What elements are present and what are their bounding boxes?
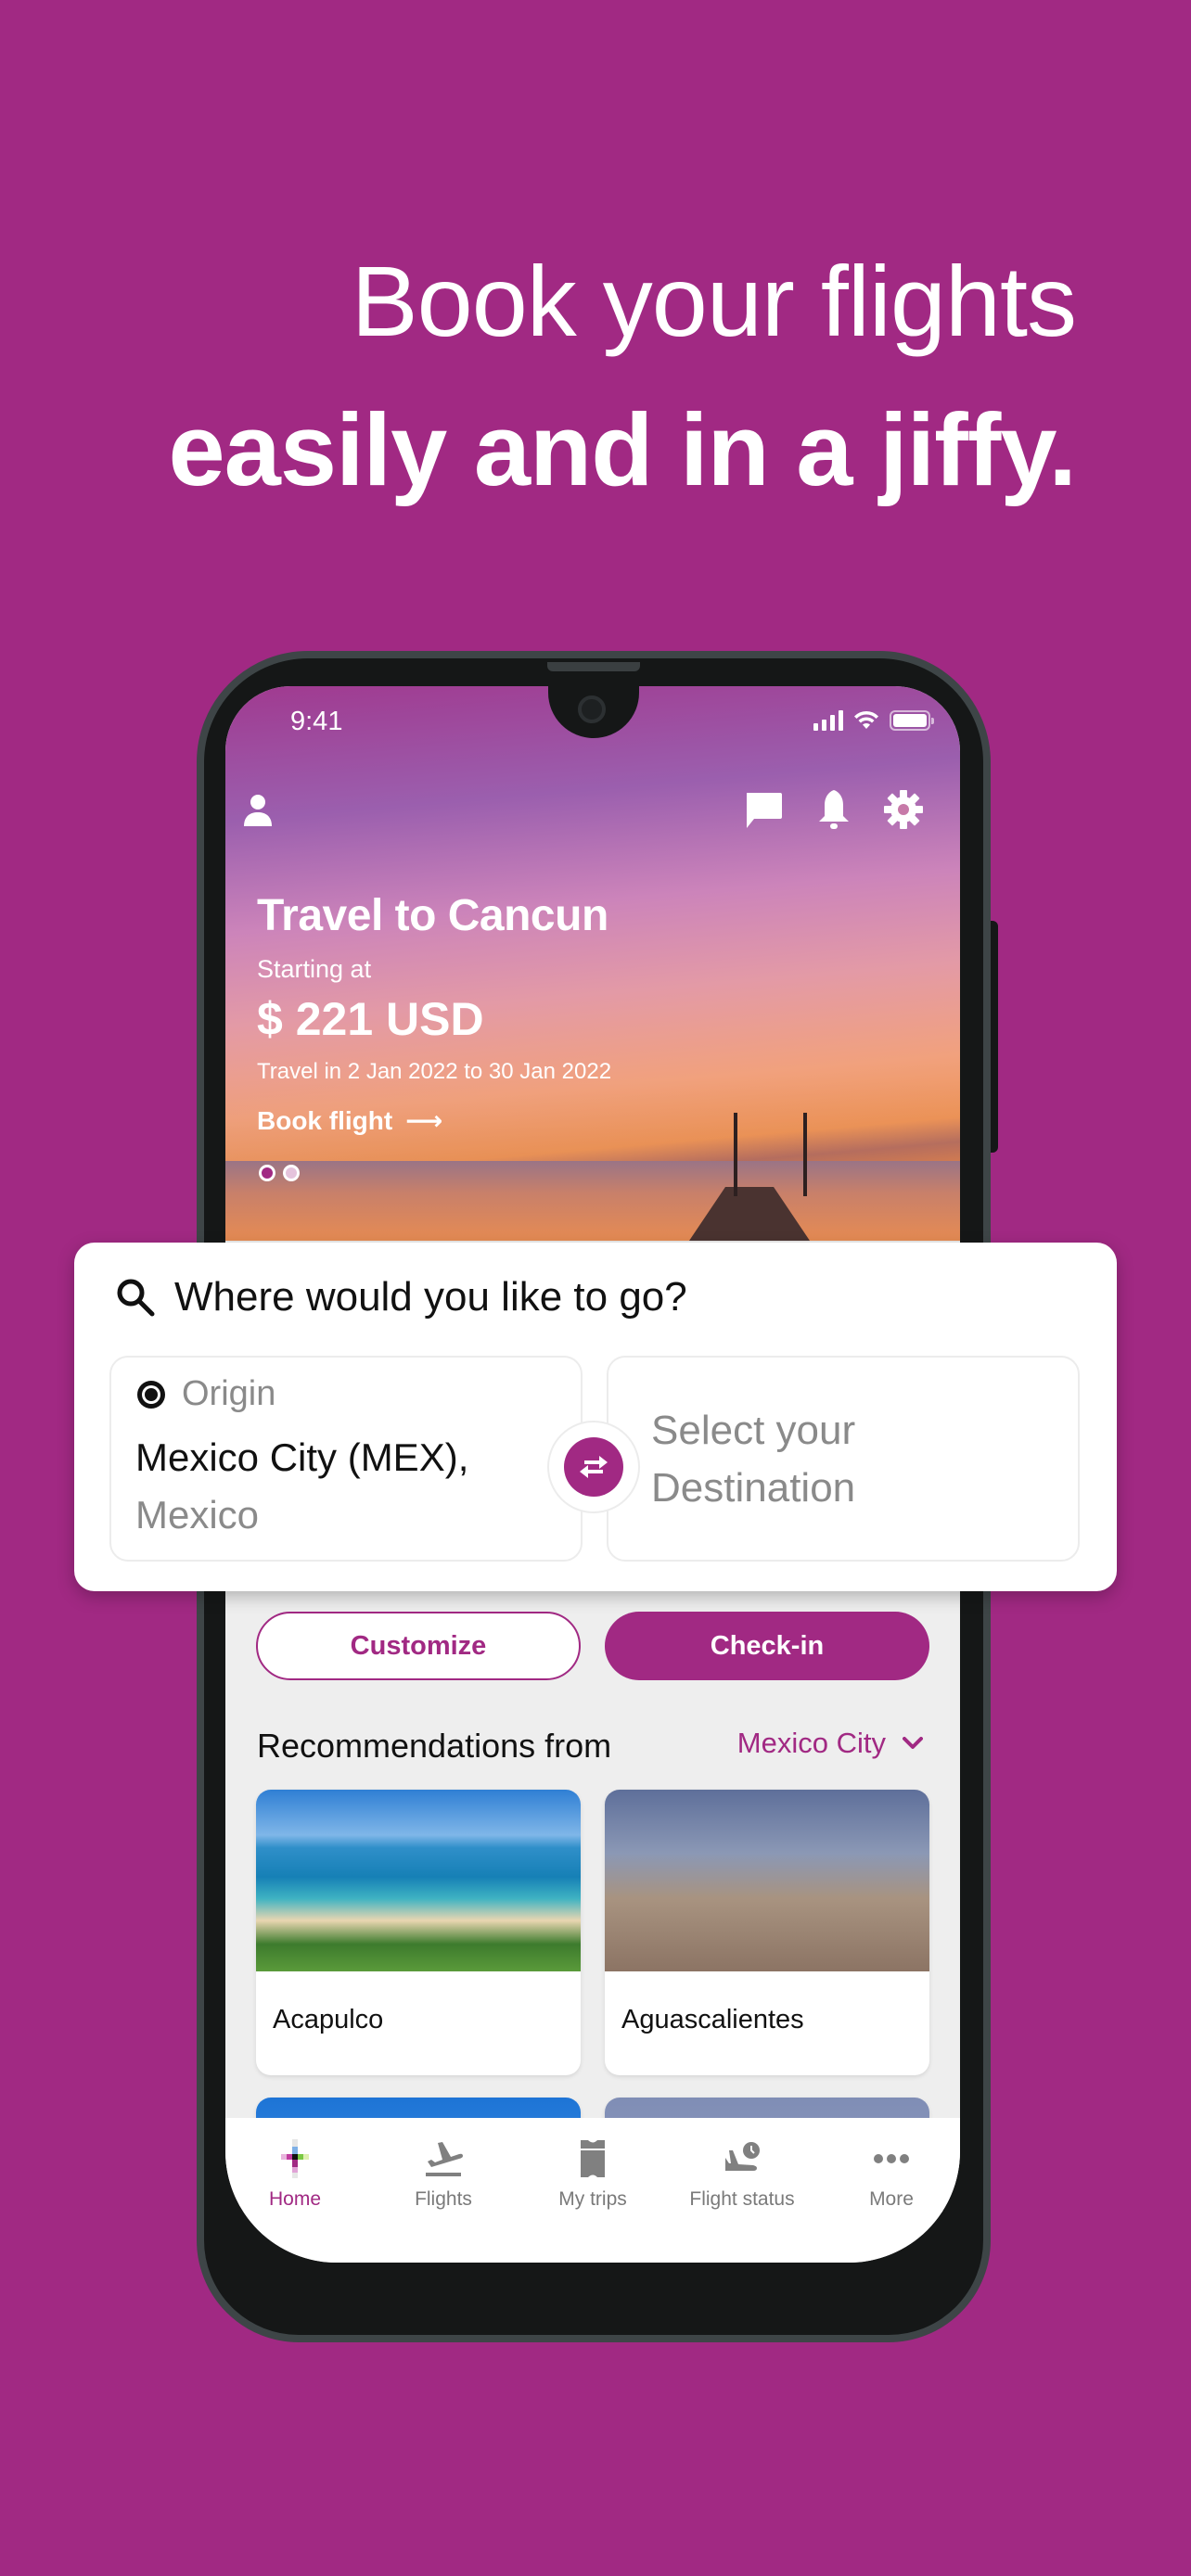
tab-label: Flight status: [689, 2188, 795, 2210]
origin-marker-icon: [137, 1380, 165, 1409]
origin-city: Mexico City (MEX),: [135, 1435, 469, 1479]
book-flight-link[interactable]: Book flight ⟶: [257, 1105, 442, 1136]
bottom-tab-bar: Home Flights My trips Flight status More: [225, 2118, 960, 2263]
origin-label: Origin: [182, 1374, 276, 1413]
profile-icon[interactable]: [235, 786, 281, 833]
headline-line-2: easily and in a jiffy.: [168, 393, 1077, 507]
tab-label: Flights: [415, 2188, 472, 2210]
origin-country: Mexico: [135, 1493, 260, 1537]
tab-home[interactable]: Home: [225, 2118, 368, 2220]
headline-line-1: Book your flights: [351, 245, 1077, 357]
carousel-dot-1[interactable]: [259, 1165, 275, 1181]
top-bar: [225, 786, 960, 833]
more-icon: [873, 2131, 910, 2187]
tab-label: Home: [268, 2188, 322, 2210]
hero-subtitle: Starting at: [257, 955, 372, 983]
signal-icon: [813, 710, 843, 731]
chevron-down-icon: [903, 1737, 923, 1749]
hero-sea-image: [225, 1161, 960, 1241]
arrow-right-icon: ⟶: [405, 1106, 443, 1135]
bell-icon[interactable]: [811, 786, 857, 833]
hero-price: $ 221 USD: [257, 993, 484, 1045]
chat-icon[interactable]: [740, 786, 787, 833]
customize-button[interactable]: Customize: [256, 1612, 581, 1680]
origin-field[interactable]: Origin Mexico City (MEX), Mexico: [109, 1356, 583, 1562]
flight-status-icon: [720, 2131, 764, 2187]
tab-more[interactable]: More: [818, 2118, 960, 2220]
front-camera: [578, 695, 606, 723]
action-buttons: Customize Check-in: [256, 1612, 929, 1680]
tab-label: My trips: [558, 2188, 627, 2210]
checkin-button[interactable]: Check-in: [605, 1612, 929, 1680]
search-card: Where would you like to go? Origin Mexic…: [74, 1243, 1117, 1591]
destination-card-aguascalientes[interactable]: Aguascalientes: [605, 1790, 929, 2075]
home-icon: [276, 2131, 314, 2187]
book-flight-label: Book flight: [257, 1105, 393, 1135]
gear-icon[interactable]: [880, 786, 927, 833]
search-icon: [117, 1279, 155, 1317]
destination-name: Acapulco: [273, 2005, 384, 2034]
carousel-dot-2[interactable]: [283, 1165, 300, 1181]
destination-placeholder: Select your Destination: [651, 1408, 856, 1511]
phone-side-button: [991, 921, 998, 1153]
phone-speaker: [547, 662, 640, 671]
recommendations-title: Recommendations from: [257, 1727, 612, 1765]
wifi-icon: [854, 710, 878, 729]
status-time: 9:41: [290, 707, 343, 736]
tab-flight-status[interactable]: Flight status: [669, 2118, 815, 2220]
recommendations-city-label: Mexico City: [736, 1727, 886, 1759]
tab-my-trips[interactable]: My trips: [519, 2118, 666, 2220]
swap-button[interactable]: [564, 1437, 623, 1497]
hero-dates: Travel in 2 Jan 2022 to 30 Jan 2022: [257, 1059, 612, 1084]
plane-takeoff-icon: [422, 2131, 465, 2187]
destination-field[interactable]: Select your Destination: [607, 1356, 1080, 1562]
destination-name: Aguascalientes: [621, 2005, 804, 2034]
hero-title: Travel to Cancun: [257, 891, 608, 940]
pier-pole: [734, 1113, 737, 1196]
origin-label-row: Origin: [135, 1374, 275, 1414]
recommendations-city-select[interactable]: Mexico City: [737, 1727, 923, 1760]
search-prompt[interactable]: Where would you like to go?: [115, 1274, 687, 1320]
carousel-indicator: [259, 1165, 300, 1181]
aguascalientes-image: [605, 1790, 929, 1971]
search-prompt-text: Where would you like to go?: [174, 1274, 687, 1320]
swap-arrows-icon: [580, 1456, 608, 1478]
tab-label: More: [869, 2188, 914, 2210]
acapulco-image: [256, 1790, 581, 1971]
tab-flights[interactable]: Flights: [370, 2118, 517, 2220]
status-icons: [813, 708, 934, 731]
destination-card-acapulco[interactable]: Acapulco: [256, 1790, 581, 2075]
battery-icon: [890, 710, 934, 731]
pier-pole: [803, 1113, 807, 1196]
ticket-icon: [579, 2131, 607, 2187]
